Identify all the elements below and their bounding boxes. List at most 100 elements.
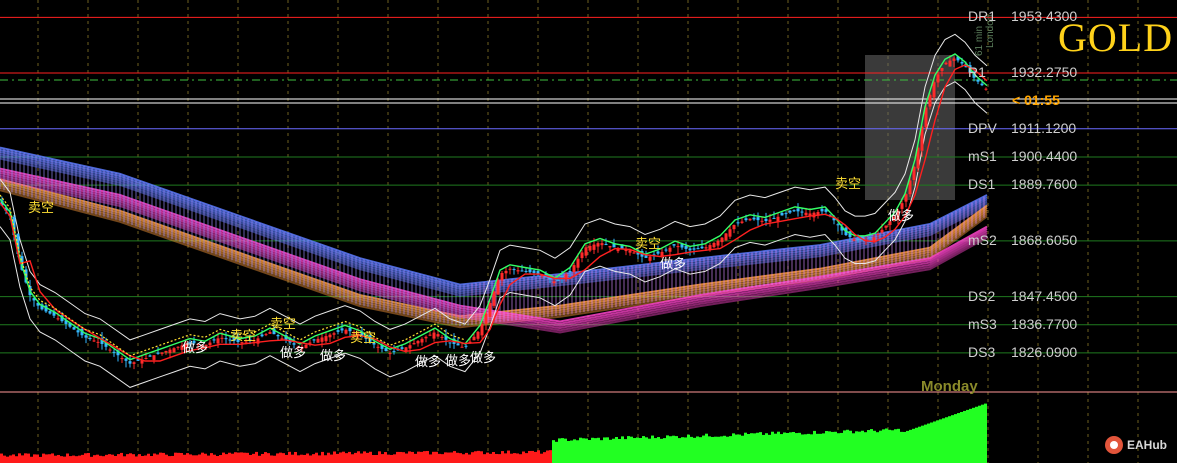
candle-body — [76, 330, 80, 333]
candle-body — [780, 212, 784, 216]
candle-body — [904, 194, 908, 202]
volume-bar — [495, 453, 498, 463]
signal-label: 卖空 — [835, 177, 861, 192]
signal-label: 做多 — [445, 353, 471, 369]
volume-bar — [279, 452, 282, 463]
candle-body — [212, 339, 216, 341]
volume-bar — [936, 420, 939, 463]
volume-bar — [633, 438, 636, 463]
candle-body — [292, 343, 296, 345]
brand-name: EAHub — [1127, 438, 1167, 452]
volume-bar — [681, 437, 684, 463]
level-name: mS2 — [968, 231, 997, 248]
candle-body — [692, 248, 696, 250]
volume-bar — [138, 454, 141, 463]
candle-body — [696, 248, 700, 250]
volume-bar — [219, 455, 222, 463]
candle-body — [728, 229, 732, 237]
volume-bar — [192, 455, 195, 463]
volume-bar — [99, 455, 102, 463]
candle-body — [716, 240, 720, 246]
volume-bar — [906, 430, 909, 463]
candle-body — [168, 349, 172, 354]
volume-bar — [852, 433, 855, 463]
candle-body — [440, 336, 444, 338]
volume-bar — [753, 433, 756, 463]
volume-bar — [162, 452, 165, 463]
volume-bar — [522, 451, 525, 463]
volume-bar — [249, 454, 252, 463]
candle-body — [856, 238, 860, 240]
candle-body — [536, 270, 540, 274]
candle-body — [336, 330, 340, 332]
volume-bar — [348, 451, 351, 463]
volume-bar — [573, 439, 576, 463]
candle-body — [596, 243, 600, 247]
volume-bar — [456, 452, 459, 463]
volume-bar — [714, 436, 717, 463]
volume-bar — [729, 436, 732, 463]
bar-countdown: < 01:55 — [1012, 92, 1060, 108]
volume-bar — [165, 454, 168, 463]
weibo-icon — [1105, 436, 1123, 454]
volume-bar — [903, 431, 906, 463]
candle-body — [940, 67, 944, 71]
volume-bar — [459, 453, 462, 463]
candle-body — [960, 62, 964, 64]
volume-bar — [576, 440, 579, 463]
volume-bar — [711, 436, 714, 463]
candle-body — [492, 291, 496, 306]
candle-body — [316, 338, 320, 343]
level-value: 1847.4500 — [1011, 287, 1078, 304]
volume-bar — [345, 453, 348, 463]
candle-body — [456, 343, 460, 346]
candle-body — [220, 337, 224, 339]
volume-bar — [237, 452, 240, 463]
candle-body — [48, 311, 52, 314]
timeframe-label: 61 min — [974, 25, 985, 56]
volume-bar — [135, 456, 138, 463]
level-value: 1826.0900 — [1011, 343, 1078, 360]
day-label: Monday — [921, 378, 978, 395]
volume-bar — [558, 438, 561, 463]
candle-body — [224, 338, 228, 340]
level-name: mS3 — [968, 315, 997, 332]
candle-body — [436, 334, 440, 337]
candle-body — [760, 220, 764, 222]
volume-bar — [354, 452, 357, 463]
candle-body — [608, 245, 612, 248]
volume-bar — [963, 410, 966, 463]
level-label-ds1: DS1 1889.7600 — [968, 176, 1077, 192]
candle-body — [552, 281, 556, 284]
volume-bar — [426, 450, 429, 463]
volume-bar — [291, 454, 294, 463]
volume-bar — [723, 435, 726, 463]
volume-bar — [24, 453, 27, 463]
candle-body — [424, 336, 428, 339]
volume-bar — [18, 453, 21, 463]
candle-body — [88, 338, 92, 340]
volume-bar — [975, 406, 978, 463]
volume-bar — [834, 431, 837, 463]
volume-bar — [123, 456, 126, 463]
volume-bar — [420, 451, 423, 463]
volume-bar — [9, 455, 12, 463]
volume-bar — [516, 453, 519, 463]
volume-bar — [774, 433, 777, 463]
volume-bar — [489, 453, 492, 463]
volume-bar — [570, 440, 573, 463]
volume-bar — [270, 455, 273, 463]
volume-bar — [765, 433, 768, 463]
volume-bar — [252, 453, 255, 463]
volume-bar — [66, 453, 69, 463]
volume-bar — [105, 454, 108, 463]
volume-bar — [618, 438, 621, 463]
candle-body — [676, 246, 680, 248]
volume-bar — [831, 431, 834, 463]
candle-body — [56, 318, 60, 320]
candle-body — [720, 237, 724, 243]
volume-bar — [807, 433, 810, 463]
candle-body — [532, 270, 536, 273]
candle-body — [868, 237, 872, 239]
candle-body — [152, 355, 156, 360]
